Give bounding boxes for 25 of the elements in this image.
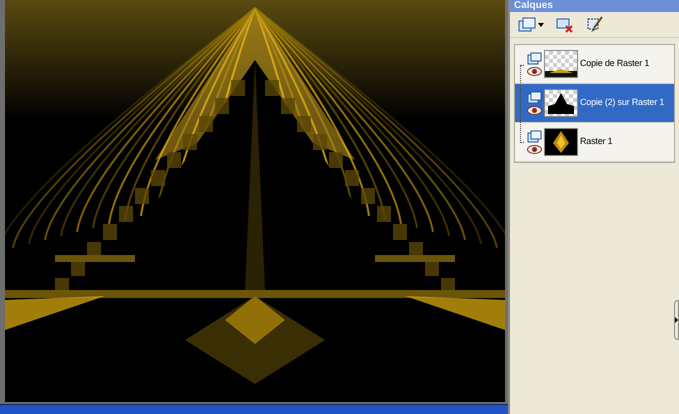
selection-brush-icon <box>586 16 604 34</box>
raster-layer-icon <box>527 91 542 104</box>
layer-thumbnail <box>545 90 577 116</box>
layer-thumbnail <box>545 129 577 155</box>
layer-name: Raster 1 <box>580 135 612 148</box>
raster-layer-icon <box>527 130 542 143</box>
selection-brush-button[interactable] <box>586 16 604 34</box>
caret-icon <box>538 22 544 26</box>
new-layer-button[interactable] <box>518 16 544 32</box>
layer-name: Copie de Raster 1 <box>580 57 650 70</box>
panel-collapse-handle[interactable] <box>674 300 679 340</box>
delete-layer-icon <box>556 16 574 32</box>
raster-layer-icon <box>527 52 542 65</box>
layer-name: Copie (2) sur Raster 1 <box>580 96 664 110</box>
layer-thumbnail <box>545 51 577 77</box>
layer-stack-icon <box>518 16 536 32</box>
arrow-icon <box>675 317 678 323</box>
layer-row[interactable]: Raster 1 <box>515 123 674 162</box>
panel-title: Calques <box>514 0 553 12</box>
delete-layer-button[interactable] <box>556 16 574 32</box>
eye-icon[interactable] <box>527 67 542 76</box>
layer-row[interactable]: Copie de Raster 1 <box>515 45 674 84</box>
eye-icon[interactable] <box>527 106 542 115</box>
eye-icon[interactable] <box>527 145 542 154</box>
layer-row[interactable]: Copie (2) sur Raster 1 <box>515 84 674 123</box>
